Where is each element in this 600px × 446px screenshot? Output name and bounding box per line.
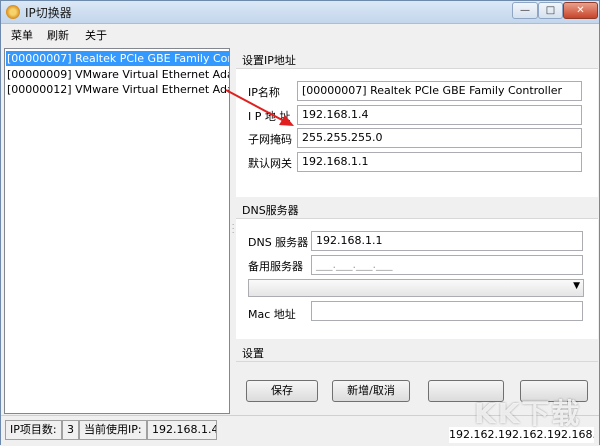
alt-dns-field[interactable]: ___.___.___.___ [311,255,583,275]
ip-name-field[interactable]: [00000007] Realtek PCIe GBE Family Contr… [297,81,582,101]
ip-section-title: 设置IP地址 [242,54,296,67]
menu-item-refresh[interactable]: 刷新 [47,27,69,43]
dns-section-body: DNS 服务器 192.168.1.1 备用服务器 ___.___.___.__… [236,219,598,339]
chevron-down-icon: ▼ [573,281,580,291]
save-button[interactable]: 保存 [246,380,318,402]
subnet-mask-label: 子网掩码 [248,133,292,146]
watermark: KK下载 [474,397,582,430]
dns-field[interactable]: 192.168.1.1 [311,231,583,251]
app-window: IP切换器 — □ ✕ 菜单 刷新 关于 [00000007] Realtek … [0,0,600,446]
minimize-button[interactable]: — [512,2,538,19]
menu-item-menu[interactable]: 菜单 [11,27,33,43]
add-cancel-button[interactable]: 新增/取消 [332,380,410,402]
mac-field[interactable] [311,301,583,321]
alt-dns-label: 备用服务器 [248,260,303,273]
adapter-select[interactable]: ▼ [248,279,584,297]
settings-pane: 设置IP地址 IP名称 [00000007] Realtek PCIe GBE … [236,48,598,414]
adapter-item[interactable]: [00000012] VMware Virtual Ethernet Adapt… [6,82,229,97]
ip-address-label: I P 地 址 [248,110,291,123]
adapter-list[interactable]: [00000007] Realtek PCIe GBE Family Contr… [4,48,230,414]
menu-item-about[interactable]: 关于 [85,27,107,43]
subnet-mask-field[interactable]: 255.255.255.0 [297,128,582,148]
current-ip-value: 192.168.1.4 [147,420,217,440]
ip-section-header: 设置IP地址 [236,48,598,69]
settings-section-header: 设置 [236,341,598,362]
mac-label: Mac 地址 [248,308,296,321]
current-ip-label: 当前使用IP: [79,420,147,440]
gateway-label: 默认网关 [248,157,292,170]
adapter-item[interactable]: [00000007] Realtek PCIe GBE Family Contr… [6,51,229,66]
gateway-field[interactable]: 192.168.1.1 [297,152,582,172]
title-bar: IP切换器 — □ ✕ [1,1,599,24]
dns-section-title: DNS服务器 [242,204,299,217]
menu-bar: 菜单 刷新 关于 [1,24,599,44]
ip-count-value: 3 [62,420,79,440]
settings-section-title: 设置 [242,347,264,360]
ip-count-label: IP项目数: [5,420,62,440]
app-gear-icon [6,5,20,19]
dns-section-header: DNS服务器 [236,198,598,219]
splitter-grip-icon: · · · [232,221,235,237]
ip-address-field[interactable]: 192.168.1.4 [297,105,582,125]
close-button[interactable]: ✕ [563,2,598,19]
window-title: IP切换器 [25,6,72,20]
maximize-button[interactable]: □ [538,2,563,19]
dns-label: DNS 服务器 [248,236,309,249]
ip-name-label: IP名称 [248,86,280,99]
adapter-item[interactable]: [00000009] VMware Virtual Ethernet Adapt… [6,67,229,82]
ip-section-body: IP名称 [00000007] Realtek PCIe GBE Family … [236,69,598,197]
